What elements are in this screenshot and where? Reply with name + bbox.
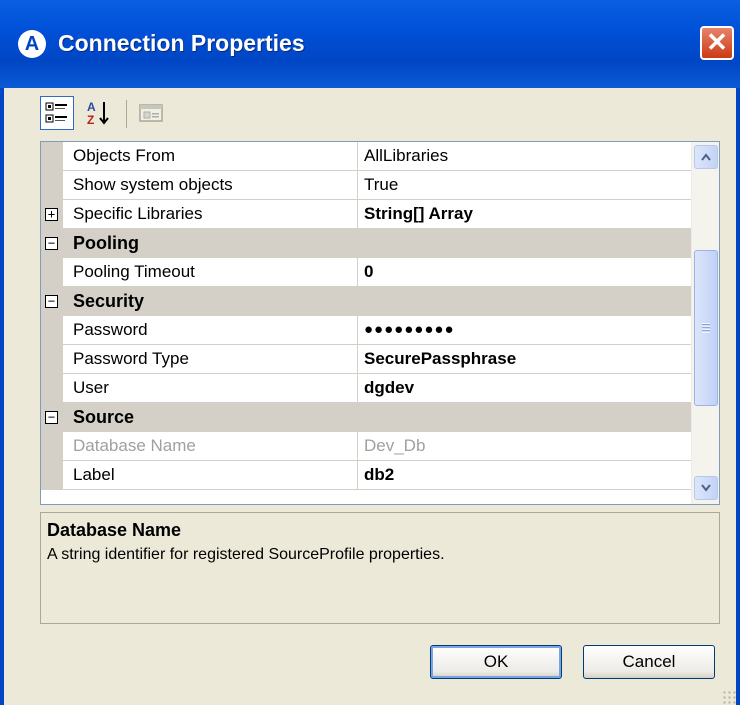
row-gutter bbox=[41, 374, 63, 403]
property-row-user[interactable]: User dgdev bbox=[41, 374, 691, 403]
row-gutter bbox=[41, 345, 63, 374]
property-name: Database Name bbox=[63, 432, 358, 460]
category-label: Pooling bbox=[73, 233, 139, 253]
category-label: Security bbox=[73, 291, 145, 311]
property-grid: Objects From AllLibraries Show system ob… bbox=[40, 141, 720, 505]
window-title: Connection Properties bbox=[58, 30, 305, 56]
row-gutter bbox=[41, 142, 63, 171]
property-value: Dev_Db bbox=[364, 436, 426, 455]
row-gutter bbox=[41, 316, 63, 345]
row-gutter bbox=[41, 171, 63, 200]
ok-button[interactable]: OK bbox=[430, 645, 562, 679]
property-grid-toolbar: A Z bbox=[40, 96, 240, 136]
svg-text:Z: Z bbox=[87, 113, 94, 127]
row-gutter: + bbox=[41, 200, 63, 229]
property-name: User bbox=[63, 374, 358, 402]
category-pooling[interactable]: − Pooling bbox=[41, 229, 691, 258]
property-value[interactable]: AllLibraries bbox=[358, 142, 691, 170]
property-name: Pooling Timeout bbox=[63, 258, 358, 286]
categorized-view-icon bbox=[45, 102, 67, 123]
property-row-objects-from[interactable]: Objects From AllLibraries bbox=[41, 142, 691, 171]
window-frame-right bbox=[736, 88, 740, 705]
category-security[interactable]: − Security bbox=[41, 287, 691, 316]
row-gutter bbox=[41, 432, 63, 461]
property-pages-icon bbox=[139, 104, 163, 122]
row-gutter bbox=[41, 258, 63, 287]
property-name: Password Type bbox=[63, 345, 358, 373]
property-value[interactable]: SecurePassphrase bbox=[358, 345, 691, 373]
property-row-specific-libraries[interactable]: + Specific Libraries String[] Array bbox=[41, 200, 691, 229]
app-icon: A bbox=[18, 30, 46, 58]
property-row-password[interactable]: Password ●●●●●●●●● bbox=[41, 316, 691, 345]
scroll-thumb[interactable] bbox=[694, 250, 718, 406]
resize-grip-icon[interactable] bbox=[722, 690, 736, 704]
property-name: Password bbox=[63, 316, 358, 344]
title-bar[interactable]: A Connection Properties ✕ bbox=[0, 0, 740, 88]
vertical-scrollbar[interactable] bbox=[691, 142, 719, 504]
alphabetical-button[interactable]: A Z bbox=[82, 96, 116, 130]
description-title: Database Name bbox=[47, 520, 182, 540]
property-name: Objects From bbox=[63, 142, 358, 170]
property-row-label[interactable]: Label db2 bbox=[41, 461, 691, 490]
expand-icon[interactable]: + bbox=[45, 208, 58, 221]
collapse-icon[interactable]: − bbox=[45, 411, 58, 424]
scroll-up-button[interactable] bbox=[694, 145, 718, 169]
category-label: Source bbox=[73, 407, 135, 427]
chevron-down-icon bbox=[701, 484, 711, 492]
connection-properties-dialog: A Connection Properties ✕ A Z Objects Fr… bbox=[0, 0, 740, 705]
property-pages-button[interactable] bbox=[134, 96, 168, 130]
grip-icon bbox=[702, 323, 710, 333]
property-name: Label bbox=[63, 461, 358, 489]
toolbar-separator bbox=[126, 100, 127, 128]
property-row-show-system-objects[interactable]: Show system objects True bbox=[41, 171, 691, 200]
collapse-icon[interactable]: − bbox=[45, 295, 58, 308]
cancel-button[interactable]: Cancel bbox=[583, 645, 715, 679]
alphabetical-sort-icon: A Z bbox=[87, 100, 109, 127]
property-name: Show system objects bbox=[63, 171, 358, 199]
property-value[interactable]: db2 bbox=[358, 461, 691, 489]
property-row-pooling-timeout[interactable]: Pooling Timeout 0 bbox=[41, 258, 691, 287]
property-value[interactable]: dgdev bbox=[358, 374, 691, 402]
property-row-password-type[interactable]: Password Type SecurePassphrase bbox=[41, 345, 691, 374]
property-row-database-name[interactable]: Database Name Dev_Db bbox=[41, 432, 691, 461]
row-gutter bbox=[41, 461, 63, 490]
window-frame-left bbox=[0, 88, 4, 705]
close-button[interactable]: ✕ bbox=[700, 26, 734, 60]
collapse-icon[interactable]: − bbox=[45, 237, 58, 250]
description-text: A string identifier for registered Sourc… bbox=[47, 546, 445, 563]
category-source[interactable]: − Source bbox=[41, 403, 691, 432]
password-value[interactable]: ●●●●●●●●● bbox=[358, 316, 691, 344]
scroll-down-button[interactable] bbox=[694, 476, 718, 500]
categorized-button[interactable] bbox=[40, 96, 74, 130]
property-value[interactable]: 0 bbox=[358, 258, 691, 286]
property-name: Specific Libraries bbox=[63, 200, 358, 228]
description-panel: Database Name A string identifier for re… bbox=[40, 512, 720, 624]
chevron-up-icon bbox=[701, 153, 711, 161]
property-value[interactable]: True bbox=[358, 171, 691, 199]
svg-text:A: A bbox=[87, 100, 96, 114]
property-value[interactable]: String[] Array bbox=[358, 200, 691, 228]
